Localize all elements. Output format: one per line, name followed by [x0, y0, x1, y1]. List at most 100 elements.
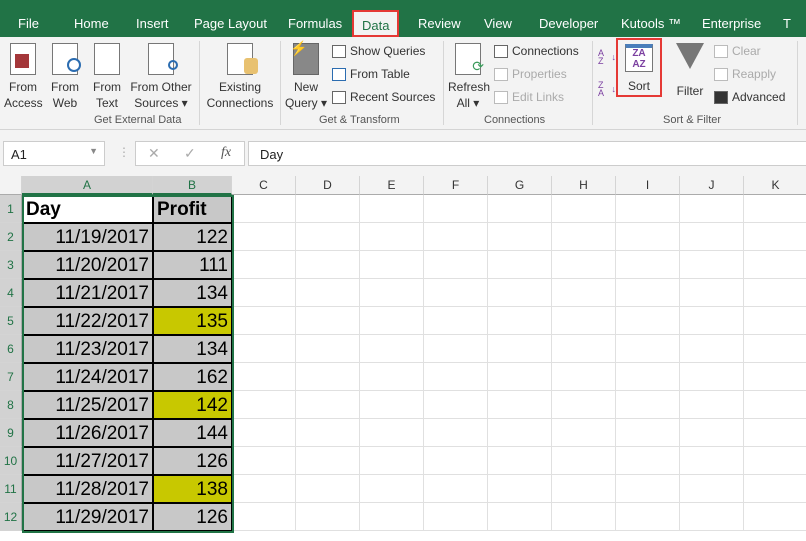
- cell[interactable]: [488, 447, 552, 475]
- cell[interactable]: [552, 475, 616, 503]
- cell[interactable]: [296, 307, 360, 335]
- cell-day[interactable]: 11/29/2017: [22, 503, 153, 531]
- header-cell-day[interactable]: Day: [22, 195, 153, 223]
- cell[interactable]: [232, 251, 296, 279]
- reapply-button[interactable]: Reapply: [714, 67, 776, 81]
- cell[interactable]: [616, 195, 680, 223]
- cell[interactable]: [424, 391, 488, 419]
- refresh-all-button[interactable]: ⟳ Refresh All ▾: [448, 43, 490, 111]
- cell[interactable]: [232, 475, 296, 503]
- cell[interactable]: [232, 195, 296, 223]
- cell[interactable]: [488, 279, 552, 307]
- cell[interactable]: [488, 503, 552, 531]
- cell[interactable]: [744, 391, 806, 419]
- cell[interactable]: [680, 447, 744, 475]
- cell[interactable]: [488, 195, 552, 223]
- tab-kutools-[interactable]: Kutools ™: [621, 16, 681, 31]
- cell[interactable]: [424, 335, 488, 363]
- tab-insert[interactable]: Insert: [136, 16, 169, 31]
- header-cell-profit[interactable]: Profit: [153, 195, 232, 223]
- row-header-5[interactable]: 5: [0, 307, 22, 335]
- cell[interactable]: [616, 251, 680, 279]
- cell[interactable]: [616, 363, 680, 391]
- column-header-I[interactable]: I: [616, 176, 680, 195]
- properties-button[interactable]: Properties: [494, 67, 567, 81]
- cell[interactable]: [360, 251, 424, 279]
- row-header-9[interactable]: 9: [0, 419, 22, 447]
- cell[interactable]: [552, 223, 616, 251]
- cell-profit-highlighted[interactable]: 135: [153, 307, 232, 335]
- cell-day[interactable]: 11/27/2017: [22, 447, 153, 475]
- row-header-2[interactable]: 2: [0, 223, 22, 251]
- cell[interactable]: [296, 475, 360, 503]
- column-header-A[interactable]: A: [22, 176, 153, 195]
- cell[interactable]: [552, 251, 616, 279]
- cell[interactable]: [744, 251, 806, 279]
- cell[interactable]: [296, 279, 360, 307]
- row-header-11[interactable]: 11: [0, 475, 22, 503]
- cell[interactable]: [552, 307, 616, 335]
- cell[interactable]: [360, 447, 424, 475]
- new-query-button[interactable]: ⚡ New Query ▾: [284, 40, 328, 111]
- cell[interactable]: [424, 419, 488, 447]
- name-box[interactable]: A1 ▼: [3, 141, 105, 166]
- cell[interactable]: [616, 475, 680, 503]
- cell[interactable]: [680, 503, 744, 531]
- chevron-down-icon[interactable]: ▼: [89, 146, 98, 156]
- cell[interactable]: [360, 363, 424, 391]
- cell[interactable]: [360, 195, 424, 223]
- cell[interactable]: [296, 223, 360, 251]
- select-all-corner[interactable]: [0, 176, 22, 195]
- cell-profit[interactable]: 134: [153, 335, 232, 363]
- cell[interactable]: [744, 363, 806, 391]
- cell-profit[interactable]: 126: [153, 447, 232, 475]
- connections-button[interactable]: Connections: [494, 44, 579, 58]
- cell[interactable]: [616, 419, 680, 447]
- cell-profit[interactable]: 162: [153, 363, 232, 391]
- cell[interactable]: [488, 475, 552, 503]
- cell[interactable]: [424, 475, 488, 503]
- cell[interactable]: [552, 391, 616, 419]
- row-header-1[interactable]: 1: [0, 195, 22, 223]
- column-header-G[interactable]: G: [488, 176, 552, 195]
- row-header-12[interactable]: 12: [0, 503, 22, 531]
- cell[interactable]: [488, 363, 552, 391]
- row-header-7[interactable]: 7: [0, 363, 22, 391]
- show-queries-button[interactable]: Show Queries: [332, 44, 425, 58]
- tab-formulas[interactable]: Formulas: [288, 16, 342, 31]
- tab-data[interactable]: Data: [352, 10, 400, 37]
- cell[interactable]: [296, 447, 360, 475]
- cell[interactable]: [680, 279, 744, 307]
- cell[interactable]: [616, 223, 680, 251]
- drag-handle-icon[interactable]: ⋮: [118, 145, 130, 159]
- cell[interactable]: [424, 279, 488, 307]
- cell[interactable]: [744, 307, 806, 335]
- cell[interactable]: [360, 419, 424, 447]
- formula-input[interactable]: Day: [248, 141, 806, 166]
- cell[interactable]: [488, 307, 552, 335]
- cell-day[interactable]: 11/22/2017: [22, 307, 153, 335]
- cell-day[interactable]: 11/23/2017: [22, 335, 153, 363]
- advanced-button[interactable]: Advanced: [714, 90, 785, 104]
- cell[interactable]: [232, 279, 296, 307]
- column-header-E[interactable]: E: [360, 176, 424, 195]
- cell-day[interactable]: 11/24/2017: [22, 363, 153, 391]
- cell[interactable]: [360, 475, 424, 503]
- from-text-button[interactable]: From Text: [90, 43, 124, 111]
- cell[interactable]: [680, 335, 744, 363]
- cell[interactable]: [232, 419, 296, 447]
- cell[interactable]: [360, 279, 424, 307]
- sort-button[interactable]: ZA AZ Sort: [616, 38, 662, 97]
- filter-button[interactable]: Filter: [672, 43, 708, 99]
- recent-sources-button[interactable]: Recent Sources: [332, 90, 435, 104]
- tab-page-layout[interactable]: Page Layout: [194, 16, 267, 31]
- cell[interactable]: [616, 307, 680, 335]
- cell[interactable]: [552, 503, 616, 531]
- cell[interactable]: [232, 363, 296, 391]
- row-header-10[interactable]: 10: [0, 447, 22, 475]
- cell[interactable]: [360, 223, 424, 251]
- cell[interactable]: [552, 335, 616, 363]
- cell[interactable]: [232, 447, 296, 475]
- edit-links-button[interactable]: Edit Links: [494, 90, 564, 104]
- cell[interactable]: [232, 223, 296, 251]
